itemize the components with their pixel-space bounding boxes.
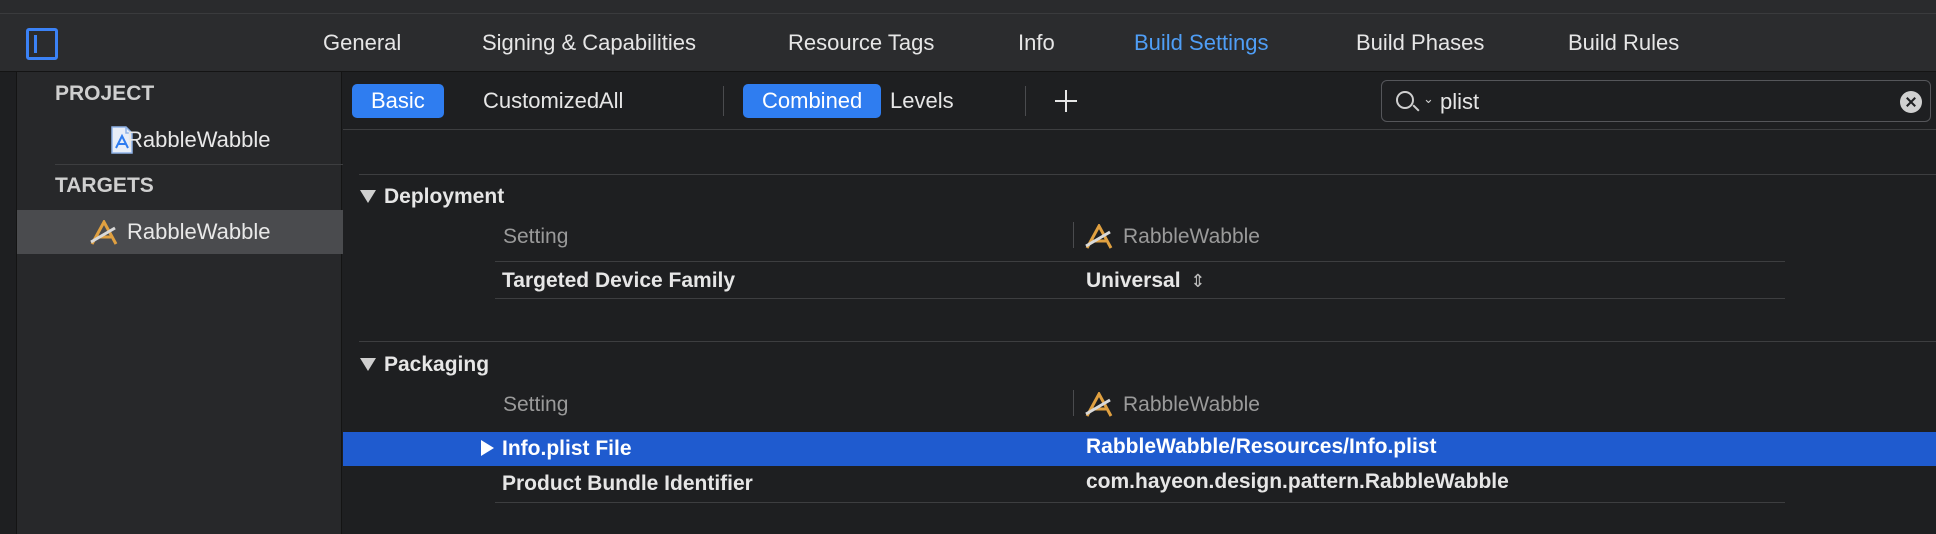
add-setting-plus-icon[interactable] <box>1049 84 1083 118</box>
project-navigator-sidebar: PROJECT RabbleWabble TARGETS RabbleWabbl… <box>16 72 343 534</box>
deployment-target-column-header: RabbleWabble <box>1123 225 1260 248</box>
search-input[interactable] <box>1440 89 1840 115</box>
project-section-header: PROJECT <box>55 82 155 105</box>
targeted-device-family-value[interactable]: Universal ⇕ <box>1086 269 1206 293</box>
popup-stepper-icon: ⇕ <box>1190 271 1206 291</box>
editor-tab-bar: General Signing & Capabilities Resource … <box>0 14 1936 72</box>
sidebar-toggle-icon[interactable] <box>26 28 58 60</box>
product-bundle-identifier-value[interactable]: com.hayeon.design.pattern.RabbleWabble <box>1086 470 1509 494</box>
packaging-section-title[interactable]: Packaging <box>384 353 489 377</box>
window-top-edge <box>0 0 1936 14</box>
column-separator <box>1073 222 1074 248</box>
setting-product-bundle-identifier[interactable]: Product Bundle Identifier <box>502 472 753 496</box>
tab-resource-tags[interactable]: Resource Tags <box>788 30 934 56</box>
tab-build-settings[interactable]: Build Settings <box>1134 30 1269 56</box>
setting-info-plist-file[interactable]: Info.plist File <box>502 437 632 461</box>
filter-all-button[interactable]: All <box>580 84 642 118</box>
search-icon[interactable] <box>1396 91 1414 109</box>
content-divider <box>359 174 1936 175</box>
search-options-chevron-icon[interactable]: ⌄ <box>1423 91 1434 107</box>
app-target-icon <box>1085 224 1113 249</box>
build-settings-filter-bar: Basic Customized All Combined Levels ⌄ <box>343 72 1936 130</box>
sidebar-item-target-label: RabbleWabble <box>127 219 271 244</box>
filter-separator <box>1025 86 1026 116</box>
clear-search-icon[interactable] <box>1900 91 1922 113</box>
column-separator <box>1073 390 1074 416</box>
sidebar-item-project[interactable]: RabbleWabble <box>17 118 343 162</box>
tab-general[interactable]: General <box>323 30 401 56</box>
packaging-setting-column-header: Setting <box>503 393 569 416</box>
deployment-disclosure-icon[interactable] <box>360 190 376 203</box>
sidebar-item-target[interactable]: RabbleWabble <box>17 210 343 254</box>
row-divider <box>495 298 1785 299</box>
info-plist-file-value[interactable]: RabbleWabble/Resources/Info.plist <box>1086 435 1436 459</box>
targets-section-header: TARGETS <box>55 174 154 197</box>
deployment-setting-column-header: Setting <box>503 225 569 248</box>
setting-targeted-device-family[interactable]: Targeted Device Family <box>502 269 735 293</box>
app-target-icon <box>90 220 118 245</box>
expand-row-disclosure-icon[interactable] <box>481 440 494 456</box>
sidebar-divider <box>55 164 343 165</box>
tab-build-rules[interactable]: Build Rules <box>1568 30 1679 56</box>
tab-info[interactable]: Info <box>1018 30 1055 56</box>
tab-signing-capabilities[interactable]: Signing & Capabilities <box>482 30 696 56</box>
app-target-icon <box>1085 392 1113 417</box>
packaging-disclosure-icon[interactable] <box>360 358 376 371</box>
search-field[interactable]: ⌄ <box>1381 80 1931 122</box>
row-divider <box>495 502 1785 503</box>
deployment-section-title[interactable]: Deployment <box>384 185 504 209</box>
row-divider <box>495 261 1785 262</box>
packaging-target-column-header: RabbleWabble <box>1123 393 1260 416</box>
filter-separator <box>723 86 724 116</box>
sidebar-item-project-label: RabbleWabble <box>127 127 271 152</box>
tab-build-phases[interactable]: Build Phases <box>1356 30 1484 56</box>
targeted-device-family-value-label: Universal <box>1086 269 1181 292</box>
section-divider <box>359 341 1936 342</box>
view-levels-button[interactable]: Levels <box>871 84 973 118</box>
filter-basic-button[interactable]: Basic <box>352 84 444 118</box>
view-combined-button[interactable]: Combined <box>743 84 882 118</box>
